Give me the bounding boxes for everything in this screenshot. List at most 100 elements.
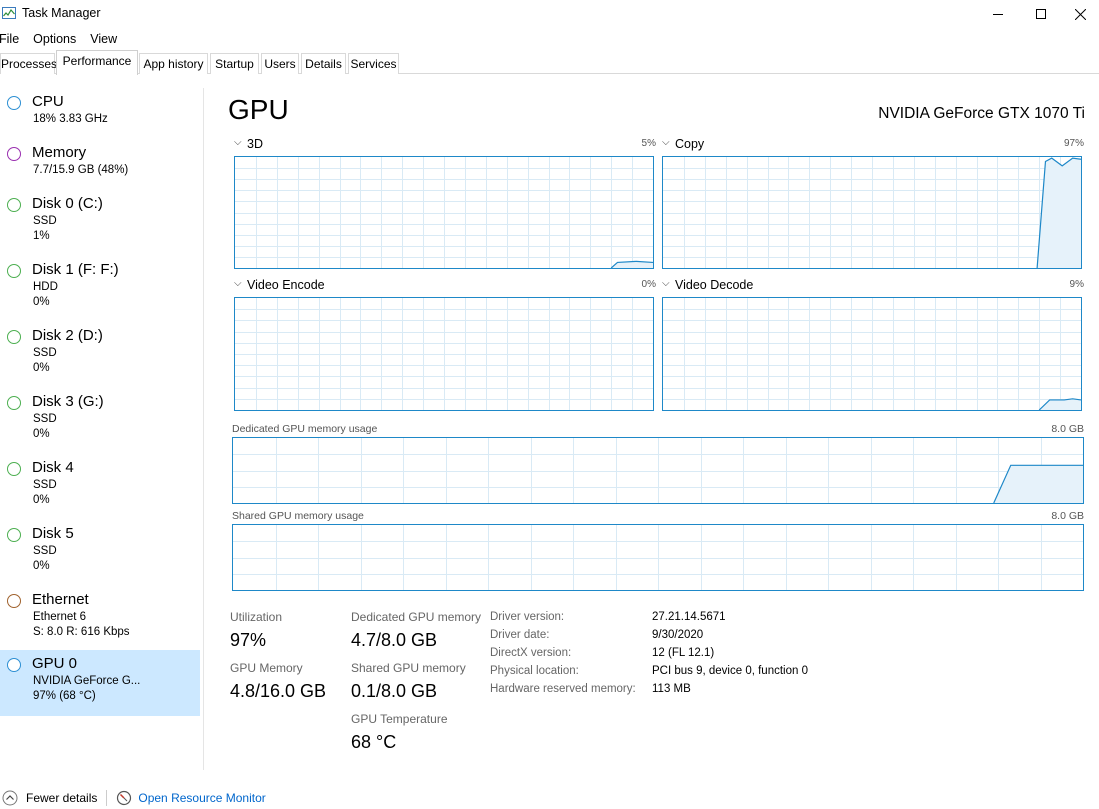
sidebar-item-disk2[interactable]: Disk 2 (D:) SSD 0% xyxy=(0,322,200,386)
gpu-memory-label: GPU Memory xyxy=(230,661,303,675)
task-manager-icon xyxy=(2,7,16,19)
gpu-temperature-value: 68 °C xyxy=(351,732,397,752)
graph-grid xyxy=(235,298,653,410)
gpu-temperature-label: GPU Temperature xyxy=(351,712,448,726)
menu-bar: File Options View xyxy=(0,30,131,48)
sidebar-item-detail: SSD xyxy=(33,413,57,425)
chevron-down-icon[interactable]: ⌵ xyxy=(662,278,670,289)
open-resource-monitor-link[interactable]: Open Resource Monitor xyxy=(138,791,265,805)
engine-graph-copy xyxy=(662,156,1082,269)
sidebar-item-disk5[interactable]: Disk 5 SSD 0% xyxy=(0,520,200,584)
sidebar-item-label: Memory xyxy=(32,144,87,161)
engine-selector-copy[interactable]: Copy xyxy=(675,137,704,151)
tab-app-history[interactable]: App history xyxy=(139,53,208,74)
physical-location-label: Physical location: xyxy=(490,665,579,677)
menu-file[interactable]: File xyxy=(0,30,19,48)
sidebar-item-detail: 97% (68 °C) xyxy=(33,690,96,702)
shared-memory-max: 8.0 GB xyxy=(1051,510,1084,522)
sidebar-item-detail: HDD xyxy=(33,281,58,293)
menu-options[interactable]: Options xyxy=(33,30,76,48)
sidebar-item-detail: SSD xyxy=(33,479,57,491)
chevron-down-icon[interactable]: ⌵ xyxy=(662,137,670,148)
sidebar-item-memory[interactable]: Memory 7.7/15.9 GB (48%) xyxy=(0,139,200,189)
sidebar-item-label: Disk 2 (D:) xyxy=(32,327,103,344)
sidebar-item-detail: SSD xyxy=(33,215,57,227)
maximize-icon xyxy=(1036,9,1046,19)
disk-mini-graph-icon xyxy=(7,264,21,278)
minimize-button[interactable] xyxy=(975,0,1021,28)
dedicated-memory-label: Dedicated GPU memory xyxy=(351,610,482,624)
tab-users[interactable]: Users xyxy=(261,53,299,74)
chevron-down-icon[interactable]: ⌵ xyxy=(234,278,242,289)
sidebar-item-gpu0[interactable]: GPU 0 NVIDIA GeForce G... 97% (68 °C) xyxy=(0,650,200,716)
tab-services[interactable]: Services xyxy=(348,53,399,74)
sidebar-item-disk3[interactable]: Disk 3 (G:) SSD 0% xyxy=(0,388,200,452)
hardware-reserved-memory-label: Hardware reserved memory: xyxy=(490,683,636,695)
sidebar-item-disk1[interactable]: Disk 1 (F: F:) HDD 0% xyxy=(0,256,200,320)
usage-fill xyxy=(1037,158,1081,268)
disk-mini-graph-icon xyxy=(7,462,21,476)
sidebar-item-label: GPU 0 xyxy=(32,655,78,672)
sidebar-item-label: Disk 4 xyxy=(32,459,74,476)
engine-selector-3d[interactable]: 3D xyxy=(247,137,263,151)
sidebar-item-detail: SSD xyxy=(33,347,57,359)
sidebar-item-detail: NVIDIA GeForce G... xyxy=(33,675,141,687)
directx-version-label: DirectX version: xyxy=(490,647,572,659)
chevron-down-icon[interactable]: ⌵ xyxy=(234,137,242,148)
sidebar-item-disk0[interactable]: Disk 0 (C:) SSD 1% xyxy=(0,190,200,254)
sidebar-item-detail: 18% 3.83 GHz xyxy=(33,113,108,125)
sidebar-item-label: Disk 1 (F: F:) xyxy=(32,261,119,278)
engine-percent: 0% xyxy=(641,279,656,290)
page-title: GPU xyxy=(228,94,289,125)
driver-version-label: Driver version: xyxy=(490,611,565,623)
driver-version-value: 27.21.14.5671 xyxy=(652,611,726,623)
sidebar-item-cpu[interactable]: CPU 18% 3.83 GHz xyxy=(0,88,200,138)
driver-date-value: 9/30/2020 xyxy=(652,629,704,641)
graph-grid xyxy=(233,438,1083,503)
tab-details[interactable]: Details xyxy=(301,53,346,74)
sidebar-item-disk4[interactable]: Disk 4 SSD 0% xyxy=(0,454,200,518)
hardware-reserved-memory-value: 113 MB xyxy=(652,683,691,695)
ethernet-mini-graph-icon xyxy=(7,594,21,608)
shared-memory-value: 0.1/8.0 GB xyxy=(351,681,438,701)
sidebar-item-ethernet[interactable]: Ethernet Ethernet 6 S: 8.0 R: 616 Kbps xyxy=(0,586,200,650)
sidebar-item-detail: 0% xyxy=(33,494,50,506)
maximize-button[interactable] xyxy=(1018,0,1064,28)
sidebar-item-label: Disk 3 (G:) xyxy=(32,393,104,410)
physical-location-value: PCI bus 9, device 0, function 0 xyxy=(652,665,808,677)
sidebar-item-detail: SSD xyxy=(33,545,57,557)
memory-mini-graph-icon xyxy=(7,147,21,161)
engine-selector-video-decode[interactable]: Video Decode xyxy=(675,278,753,292)
driver-date-label: Driver date: xyxy=(490,629,550,641)
usage-fill xyxy=(993,465,1083,503)
close-button[interactable] xyxy=(1062,0,1099,28)
disk-mini-graph-icon xyxy=(7,396,21,410)
sidebar-item-detail: S: 8.0 R: 616 Kbps xyxy=(33,626,130,638)
sidebar-item-detail: 0% xyxy=(33,428,50,440)
graph-grid xyxy=(235,157,653,268)
minimize-icon xyxy=(993,14,1003,15)
tab-processes[interactable]: Processes xyxy=(0,53,57,74)
sidebar-item-detail: Ethernet 6 xyxy=(33,611,87,623)
menu-view[interactable]: View xyxy=(90,30,117,48)
gpu-model-name: NVIDIA GeForce GTX 1070 Ti xyxy=(878,105,1085,122)
window-title: Task Manager xyxy=(22,6,101,20)
dedicated-memory-value: 4.7/8.0 GB xyxy=(351,630,438,650)
utilization-value: 97% xyxy=(230,630,267,650)
chevron-up-circle-icon[interactable] xyxy=(2,790,18,806)
resource-monitor-icon xyxy=(117,790,132,806)
fewer-details-button[interactable]: Fewer details xyxy=(26,791,97,805)
footer: Fewer details Open Resource Monitor xyxy=(0,788,266,808)
engine-selector-video-encode[interactable]: Video Encode xyxy=(247,278,325,292)
engine-graph-3d xyxy=(234,156,654,269)
directx-version-value: 12 (FL 12.1) xyxy=(652,647,715,659)
shared-memory-graph-label: Shared GPU memory usage xyxy=(232,510,364,522)
disk-mini-graph-icon xyxy=(7,198,21,212)
tab-startup[interactable]: Startup xyxy=(210,53,259,74)
graph-grid xyxy=(663,157,1081,268)
tab-performance[interactable]: Performance xyxy=(56,50,138,75)
dedicated-memory-graph-label: Dedicated GPU memory usage xyxy=(232,423,378,435)
gpu-mini-graph-icon xyxy=(7,658,21,672)
cpu-mini-graph-icon xyxy=(7,96,21,110)
sidebar-item-label: CPU xyxy=(32,93,64,110)
